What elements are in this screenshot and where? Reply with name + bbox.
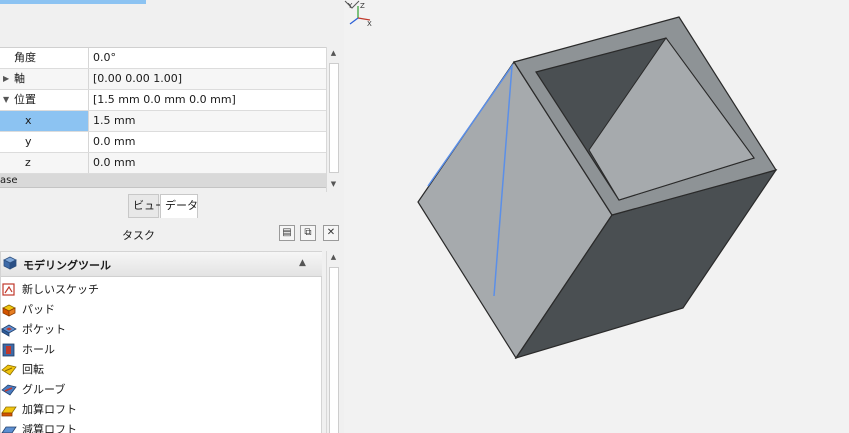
property-value[interactable]: 1.5 mm: [89, 111, 326, 131]
property-name: z: [0, 153, 89, 173]
svg-text:Z: Z: [360, 2, 365, 10]
task-item-pocket[interactable]: ポケット: [1, 320, 301, 340]
property-value[interactable]: 0.0 mm: [89, 153, 326, 173]
task-item-label: グルーブ: [22, 383, 66, 396]
property-name: x: [0, 111, 89, 131]
tab-data[interactable]: データ: [160, 194, 198, 218]
task-item-label: ホール: [22, 343, 55, 356]
pocket-icon: [1, 324, 17, 337]
float-icon[interactable]: ⧉: [300, 225, 316, 241]
scroll-up-icon[interactable]: ▲: [327, 47, 340, 60]
property-group-row[interactable]: ase: [0, 174, 326, 188]
task-item-new-sketch[interactable]: 新しいスケッチ: [1, 280, 301, 300]
3d-model[interactable]: [344, 0, 849, 433]
tab-view[interactable]: ビュー: [128, 194, 166, 218]
property-row-y[interactable]: y 0.0 mm: [0, 132, 326, 153]
task-item-label: パッド: [22, 303, 55, 316]
task-panel-header: タスク ▤ ⧉ ✕: [0, 222, 344, 246]
additive-loft-icon: [1, 406, 17, 417]
3d-viewport[interactable]: Y Z X: [344, 0, 849, 433]
property-value[interactable]: [0.00 0.00 1.00]: [89, 69, 326, 89]
sketch-icon: [2, 283, 15, 296]
property-name: 角度: [0, 48, 89, 68]
task-item-label: ポケット: [22, 323, 66, 336]
task-group-title: モデリングツール: [23, 259, 111, 272]
property-row-x[interactable]: x 1.5 mm: [0, 111, 326, 132]
property-name: 位置: [0, 90, 89, 110]
property-row-axis[interactable]: ▶ 軸 [0.00 0.00 1.00]: [0, 69, 326, 90]
task-item-additive-loft[interactable]: 加算ロフト: [1, 400, 301, 420]
scroll-up-icon[interactable]: ▲: [327, 253, 340, 261]
task-scrollbar[interactable]: ▲: [326, 251, 340, 433]
property-row-angle[interactable]: 角度 0.0°: [0, 48, 326, 69]
task-panel-title: タスク: [122, 229, 155, 242]
property-row-z[interactable]: z 0.0 mm: [0, 153, 326, 174]
task-item-label: 加算ロフト: [22, 403, 77, 416]
scroll-down-icon[interactable]: ▼: [327, 178, 340, 191]
property-group-name: ase: [0, 175, 18, 186]
task-item-pad[interactable]: パッド: [1, 300, 301, 320]
task-item-label: 回転: [22, 363, 44, 376]
task-item-label: 新しいスケッチ: [22, 283, 99, 296]
collapse-icon[interactable]: ▲: [299, 258, 306, 268]
task-item-label: 減算ロフト: [22, 423, 77, 433]
task-group-header[interactable]: モデリングツール ▲: [1, 252, 322, 277]
groove-icon: [1, 384, 17, 396]
task-box: モデリングツール ▲ 新しいスケッチ パッド ポケット ホール 回転 グルーブ …: [0, 251, 322, 433]
revolve-icon: [1, 364, 17, 376]
close-icon[interactable]: ✕: [323, 225, 339, 241]
task-item-subtractive-loft[interactable]: 減算ロフト: [1, 420, 301, 433]
property-value[interactable]: 0.0 mm: [89, 132, 326, 152]
subtractive-loft-icon: [1, 426, 17, 433]
property-value[interactable]: [1.5 mm 0.0 mm 0.0 mm]: [89, 90, 326, 110]
axis-indicator-icon: Y Z X: [347, 2, 372, 26]
property-name: y: [0, 132, 89, 152]
selected-tree-item[interactable]: [0, 0, 146, 4]
scrollbar-thumb[interactable]: [329, 267, 339, 433]
property-value[interactable]: 0.0°: [89, 48, 326, 68]
task-item-groove[interactable]: グルーブ: [1, 380, 301, 400]
property-scrollbar[interactable]: ▲ ▼: [326, 47, 340, 192]
property-table: 角度 0.0° ▶ 軸 [0.00 0.00 1.00] ▼ 位置 [1.5 m…: [0, 47, 326, 188]
svg-text:X: X: [367, 20, 372, 26]
scrollbar-thumb[interactable]: [329, 63, 339, 173]
pad-icon: [2, 304, 16, 317]
hole-icon: [2, 343, 15, 357]
partdesign-icon: [3, 256, 17, 270]
task-item-hole[interactable]: ホール: [1, 340, 301, 360]
svg-text:Y: Y: [347, 2, 353, 10]
task-item-revolve[interactable]: 回転: [1, 360, 301, 380]
left-panel: 角度 0.0° ▶ 軸 [0.00 0.00 1.00] ▼ 位置 [1.5 m…: [0, 0, 344, 433]
property-row-position[interactable]: ▼ 位置 [1.5 mm 0.0 mm 0.0 mm]: [0, 90, 326, 111]
property-name: 軸: [0, 69, 89, 89]
dock-icon[interactable]: ▤: [279, 225, 295, 241]
